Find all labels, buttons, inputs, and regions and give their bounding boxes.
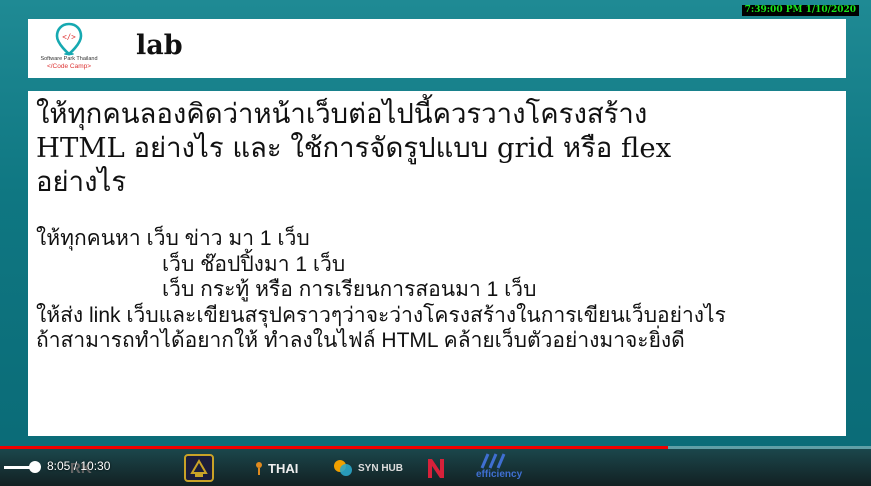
sponsor-n-logo [425,452,447,484]
logo-text-code-camp: </Code Camp> [46,63,92,70]
volume-slider-handle[interactable] [29,461,41,473]
task-line-shopping: เว็บ ช๊อปปิ้งมา 1 เว็บ [162,252,346,276]
n-logo-icon [428,459,444,478]
synhub-logo-icon [334,460,352,476]
time-separator: / [70,459,81,473]
logo-text-software-park: Software Park Thailand [40,56,98,62]
task-line-forum: เว็บ กระทู้ หรือ การเรียนการสอนมา 1 เว็บ [162,278,537,301]
thai-logo-icon [256,462,262,475]
heading-line-2: HTML อย่างไร และ ใช้การจัดรูปแบบ grid หร… [36,132,672,164]
sponsor-thai-text: THAI [268,460,299,476]
total-duration: 10:30 [80,459,111,473]
software-park-logo: </> Software Park Thailand </Code Camp> [34,22,104,76]
video-progress-fill [0,446,669,449]
video-time-readout: 8:05 / 10:30 [47,459,110,473]
task-line-news: ให้ทุกคนหา เว็บ ข่าว มา 1 เว็บ [36,227,310,250]
sponsor-efficiency-logo: efficiency [476,452,522,484]
sponsor-crest-logo [183,452,215,484]
sponsor-synhub-logo: SYN HUB [332,452,403,484]
heading-line-3: อย่างไร [36,166,127,198]
location-pin-icon: </> [55,22,83,56]
efficiency-logo-icon [480,453,506,469]
svg-text:</>: </> [62,33,76,42]
video-progress-bar[interactable] [0,446,871,449]
slide-content: ให้ทุกคนลองคิดว่าหน้าเว็บต่อไปนี้ควรวางโ… [28,91,846,436]
sponsor-thai-logo: THAI [254,452,298,484]
heading-line-1: ให้ทุกคนลองคิดว่าหน้าเว็บต่อไปนี้ควรวางโ… [36,98,648,130]
slide-title: lab [136,30,183,61]
recording-timestamp: 7:39:00 PM 1/10/2020 [741,5,859,16]
sponsor-synhub-text: SYN HUB [358,462,404,474]
sponsor-efficiency-text: efficiency [476,469,523,480]
slide-header: </> Software Park Thailand </Code Camp> … [28,19,846,78]
current-time: 8:05 [47,459,71,473]
task-line-submit: ให้ส่ง link เว็บและเขียนสรุปคราวๆว่าจะว่… [36,303,726,327]
task-line-html: ถ้าสามารถทำได้อยากให้ ทำลงในไฟล์ HTML คล… [36,329,685,352]
crest-icon [184,454,214,482]
